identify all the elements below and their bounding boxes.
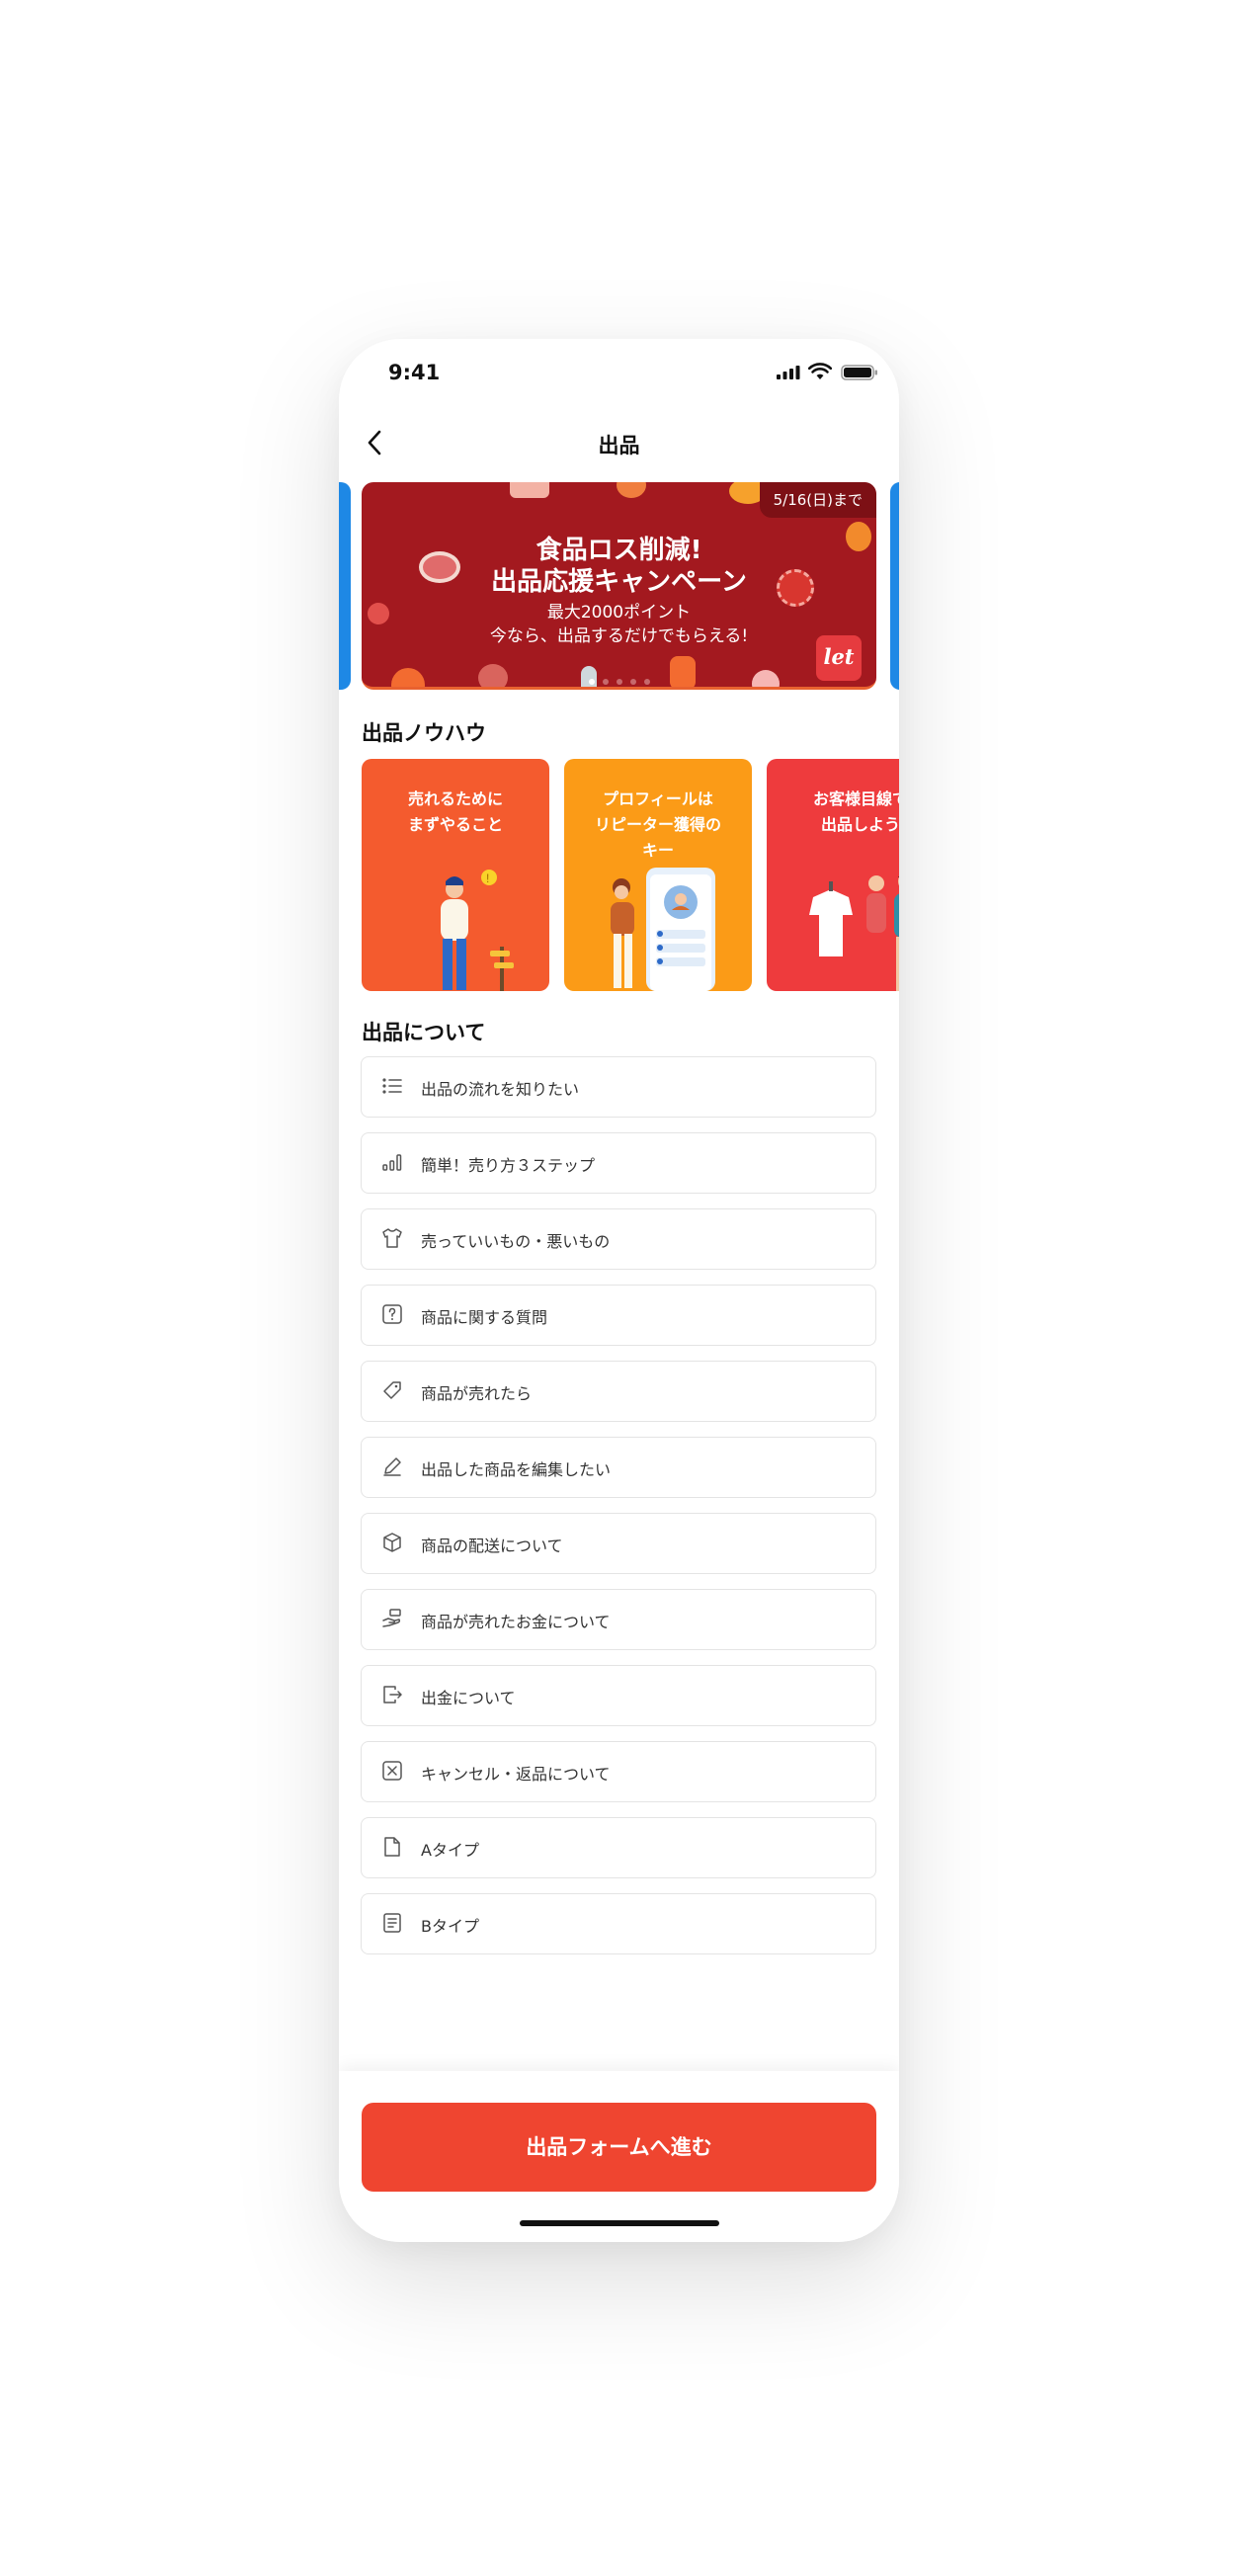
- knowhow-card-profile[interactable]: プロフィールは リピーター獲得の キー: [564, 759, 752, 991]
- menu-item-label: 商品の配送について: [421, 1537, 563, 1555]
- carousel-dot[interactable]: [629, 679, 636, 685]
- profile-phone-illustration: [611, 868, 715, 991]
- bar-chart-icon: [382, 1154, 402, 1171]
- menu-item-withdrawal[interactable]: 出金について: [361, 1665, 876, 1726]
- document-icon: [383, 1913, 401, 1933]
- banner-subtext-2: 今なら、出品するだけでもらえる!: [489, 626, 749, 646]
- menu-item-label: 簡単！売り方３ステップ: [421, 1156, 596, 1175]
- menu-item-label: 売っていいもの・悪いもの: [421, 1232, 611, 1251]
- close-square-icon: [382, 1761, 402, 1781]
- menu-item-sales-money[interactable]: 商品が売れたお金について: [361, 1589, 876, 1650]
- knowhow-card-title: プロフィールは リピーター獲得の キー: [594, 789, 721, 860]
- menu-item-product-questions[interactable]: 商品に関する質問: [361, 1285, 876, 1346]
- knowhow-carousel[interactable]: 売れるために まずやること ! プロフィールは リピーター獲得の キー お客様目…: [362, 759, 899, 996]
- tag-icon: [383, 1381, 401, 1399]
- menu-item-label: キャンセル・返品について: [421, 1765, 611, 1784]
- status-bar: 9:41: [339, 339, 899, 408]
- menu-item-three-steps[interactable]: 簡単！売り方３ステップ: [361, 1132, 876, 1194]
- hand-money-icon: [382, 1609, 401, 1627]
- menu-item-type-a[interactable]: Aタイプ: [361, 1817, 876, 1878]
- food-decoration: [510, 482, 549, 498]
- menu-item-edit-listing[interactable]: 出品した商品を編集したい: [361, 1437, 876, 1498]
- knowhow-card-customer-view[interactable]: お客様目線で 出品しよう: [767, 759, 899, 991]
- clothes-illustration: [809, 875, 899, 991]
- banner-next-peek[interactable]: [890, 482, 899, 690]
- banner-subtext-1: 最大2000ポイント: [546, 603, 692, 623]
- exit-icon: [383, 1686, 402, 1703]
- wifi-icon: [808, 363, 832, 379]
- question-icon: [382, 1304, 402, 1324]
- menu-item-when-sold[interactable]: 商品が売れたら: [361, 1361, 876, 1422]
- menu-item-label: 出品した商品を編集したい: [421, 1460, 612, 1479]
- menu-item-label: 商品に関する質問: [421, 1308, 548, 1327]
- carousel-dot[interactable]: [602, 679, 609, 685]
- knowhow-heading: 出品ノウハウ: [362, 721, 486, 745]
- page-title: 出品: [598, 434, 640, 457]
- pencil-icon: [383, 1457, 401, 1476]
- file-icon: [384, 1837, 400, 1857]
- banner-previous-peek[interactable]: [339, 482, 351, 690]
- menu-item-label: 商品が売れたら: [421, 1384, 533, 1403]
- list-icon: [382, 1078, 402, 1094]
- signal-icon: [777, 366, 800, 379]
- menu-item-label: 出金について: [421, 1689, 516, 1707]
- menu-item-listing-flow[interactable]: 出品の流れを知りたい: [361, 1056, 876, 1118]
- bottom-action-bar: 出品フォームへ進む: [339, 2071, 899, 2242]
- banner-headline-2: 出品応援キャンペーン: [491, 567, 747, 597]
- svg-text:!: !: [486, 872, 489, 885]
- menu-item-label: 商品が売れたお金について: [421, 1613, 611, 1631]
- campaign-banner[interactable]: 5/16(日)まで 食品ロス削減! 出品応援キャンペーン 最大2000ポイント …: [362, 482, 876, 690]
- about-heading: 出品について: [362, 1021, 486, 1044]
- campaign-deadline-badge: 5/16(日)まで: [759, 482, 876, 518]
- go-to-listing-form-button[interactable]: 出品フォームへ進む: [362, 2103, 876, 2192]
- menu-item-label: Aタイプ: [421, 1841, 479, 1860]
- status-time: 9:41: [388, 361, 441, 384]
- menu-item-allowed-items[interactable]: 売っていいもの・悪いもの: [361, 1208, 876, 1270]
- about-menu: 出品の流れを知りたい 簡単！売り方３ステップ 売っていいもの・悪いもの 商品に関…: [361, 1056, 876, 1969]
- knowhow-card-sell-first[interactable]: 売れるために まずやること !: [362, 759, 549, 991]
- knowhow-card-title: お客様目線で 出品しよう: [812, 789, 899, 834]
- home-indicator: [520, 2220, 719, 2226]
- person-thinking-illustration: !: [441, 870, 514, 991]
- knowhow-card-title: 売れるために まずやること: [407, 789, 503, 834]
- carousel-dot[interactable]: [643, 679, 650, 685]
- phone-frame: 9:41 出品 5/16(日)まで 食品ロス削減! 出品応援キャンペーン 最大2…: [339, 339, 899, 2242]
- food-decoration: [617, 482, 646, 498]
- navigation-bar: 出品: [339, 408, 899, 477]
- tshirt-icon: [382, 1228, 402, 1248]
- menu-item-label: Bタイプ: [421, 1917, 479, 1936]
- menu-item-type-b[interactable]: Bタイプ: [361, 1893, 876, 1954]
- menu-item-cancel-return[interactable]: キャンセル・返品について: [361, 1741, 876, 1802]
- carousel-dot[interactable]: [616, 679, 622, 685]
- battery-icon: [841, 365, 877, 380]
- carousel-indicator: [362, 670, 876, 687]
- menu-item-shipping[interactable]: 商品の配送について: [361, 1513, 876, 1574]
- box-icon: [383, 1533, 401, 1552]
- menu-item-label: 出品の流れを知りたい: [421, 1080, 580, 1099]
- carousel-dot[interactable]: [588, 679, 595, 685]
